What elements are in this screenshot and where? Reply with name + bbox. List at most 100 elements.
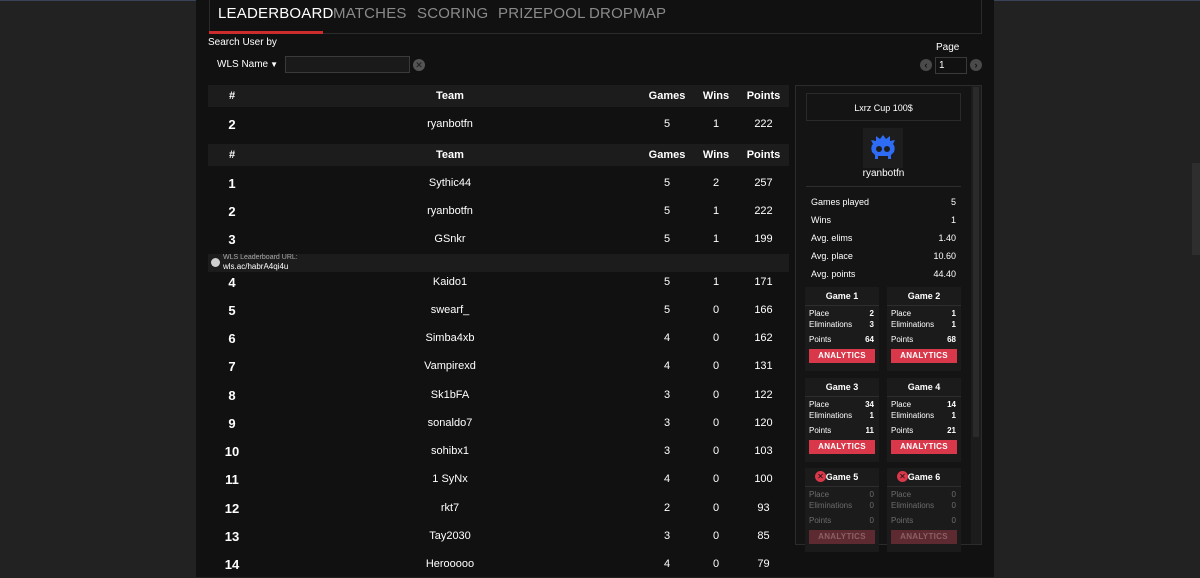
- stat-value: 10.60: [933, 251, 956, 261]
- stat-avg-elims: Avg. elims 1.40: [811, 233, 956, 243]
- points-label: Points: [891, 516, 914, 525]
- page-scrollbar[interactable]: [1192, 163, 1200, 255]
- banner-label: WLS Leaderboard URL:: [223, 254, 298, 261]
- points-label: Points: [809, 516, 832, 525]
- row-points: 222: [754, 205, 773, 217]
- analytics-button[interactable]: ANALYTICS: [891, 440, 957, 454]
- place-value: 0: [951, 490, 956, 499]
- row-wins: 1: [712, 233, 720, 245]
- row-team: GSnkr: [434, 233, 466, 245]
- points-label: Points: [809, 426, 832, 435]
- row-points: 103: [754, 445, 773, 457]
- analytics-button[interactable]: ANALYTICS: [891, 349, 957, 363]
- stat-avg-place: Avg. place 10.60: [811, 251, 956, 261]
- row-team: rkt7: [440, 502, 460, 514]
- points-value: 64: [865, 335, 874, 344]
- stat-avg-points: Avg. points 44.40: [811, 269, 956, 279]
- tab-prizepool[interactable]: PRIZEPOOL: [498, 5, 586, 22]
- table-row[interactable]: 12 rkt7 2 0 93: [208, 494, 789, 522]
- game-card: Game 4 Place 14 Eliminations 1 Points 21 ANALYT…: [887, 378, 961, 462]
- row-rank: 10: [224, 443, 240, 459]
- next-page-icon[interactable]: ›: [970, 59, 982, 71]
- place-label: Place: [891, 309, 912, 318]
- table-row-current-user[interactable]: 2 ryanbotfn 5 1 222: [208, 110, 789, 138]
- game-title: Game 6: [887, 468, 961, 487]
- table-row[interactable]: 1 Sythic44 5 2 257: [208, 169, 789, 197]
- row-points: 222: [754, 118, 773, 130]
- analytics-button[interactable]: ANALYTICS: [809, 530, 875, 544]
- row-rank: 2: [228, 203, 236, 219]
- row-wins: 1: [712, 205, 720, 217]
- points-label: Points: [891, 426, 914, 435]
- row-wins: 0: [712, 558, 720, 570]
- row-wins: 0: [712, 473, 720, 485]
- row-rank: 7: [228, 358, 236, 374]
- elims-value: 3: [869, 320, 874, 329]
- stat-value: 44.40: [933, 269, 956, 279]
- stat-label: Wins: [811, 215, 831, 225]
- table-row[interactable]: 13 Tay2030 3 0 85: [208, 522, 789, 550]
- search-filter-value: WLS Name: [217, 59, 269, 70]
- row-points: 171: [754, 276, 773, 288]
- stat-label: Avg. elims: [811, 233, 853, 243]
- table-row[interactable]: 4 Kaido1 5 1 171: [208, 268, 789, 296]
- tab-leaderboard[interactable]: LEADERBOARD: [218, 5, 334, 22]
- search-input[interactable]: [285, 56, 410, 73]
- search-filter-select[interactable]: WLS Name ▼: [208, 56, 281, 73]
- stat-value: 1: [950, 215, 956, 225]
- row-team: sohibx1: [431, 445, 469, 457]
- row-points: 166: [754, 304, 773, 316]
- row-rank: 11: [225, 471, 239, 487]
- row-games: 3: [663, 530, 671, 542]
- table-row[interactable]: 2 ryanbotfn 5 1 222: [208, 197, 789, 225]
- row-rank: 13: [224, 528, 240, 544]
- table-row[interactable]: 10 sohibx1 3 0 103: [208, 437, 789, 465]
- col-points-header: Points: [746, 90, 781, 102]
- points-value: 0: [951, 516, 956, 525]
- place-value: 0: [869, 490, 874, 499]
- table-row[interactable]: 5 swearf_ 5 0 166: [208, 296, 789, 324]
- tab-dropmap[interactable]: DROPMAP: [589, 5, 666, 22]
- table-row[interactable]: 7 Vampirexd 4 0 131: [208, 352, 789, 380]
- tab-matches[interactable]: MATCHES: [333, 5, 407, 22]
- prev-page-icon[interactable]: ‹: [920, 59, 932, 71]
- table-row[interactable]: 8 Sk1bFA 3 0 122: [208, 381, 789, 409]
- page-number-input[interactable]: 1: [935, 57, 967, 74]
- stat-games-played: Games played 5: [811, 197, 956, 207]
- row-wins: 1: [712, 118, 720, 130]
- row-games: 5: [663, 276, 671, 288]
- table-row[interactable]: 3 GSnkr 5 1 199: [208, 225, 789, 253]
- skull-icon: [871, 135, 895, 159]
- banner-url[interactable]: wls.ac/habrA4qi4u: [223, 262, 288, 271]
- row-rank: 5: [228, 302, 236, 318]
- elims-value: 1: [951, 320, 956, 329]
- tab-scoring[interactable]: SCORING: [417, 5, 488, 22]
- place-label: Place: [809, 309, 830, 318]
- row-team: swearf_: [430, 304, 470, 316]
- analytics-button[interactable]: ANALYTICS: [891, 530, 957, 544]
- elims-value: 1: [951, 411, 956, 420]
- table-row[interactable]: 14 Herooooo 4 0 79: [208, 550, 789, 578]
- table-row[interactable]: 11 1 SyNx 4 0 100: [208, 465, 789, 493]
- table-row[interactable]: 6 Simba4xb 4 0 162: [208, 324, 789, 352]
- row-rank: 2: [228, 116, 236, 132]
- panel-scroll-thumb[interactable]: [973, 87, 979, 437]
- analytics-button[interactable]: ANALYTICS: [809, 440, 875, 454]
- place-value: 34: [865, 400, 874, 409]
- points-value: 21: [947, 426, 956, 435]
- table-header: # Team Games Wins Points: [208, 144, 789, 166]
- points-value: 11: [865, 426, 874, 435]
- stat-label: Avg. place: [811, 251, 853, 261]
- table-row[interactable]: 9 sonaldo7 3 0 120: [208, 409, 789, 437]
- row-wins: 0: [712, 417, 720, 429]
- game-title: Game 1: [805, 287, 879, 306]
- row-team: Tay2030: [429, 530, 471, 542]
- analytics-button[interactable]: ANALYTICS: [809, 349, 875, 363]
- row-team: sonaldo7: [427, 417, 473, 429]
- row-wins: 1: [712, 276, 720, 288]
- row-points: 120: [754, 417, 773, 429]
- row-games: 5: [663, 233, 671, 245]
- leaderboard-url-banner[interactable]: WLS Leaderboard URL: wls.ac/habrA4qi4u: [208, 254, 789, 272]
- col-games-header: Games: [648, 149, 686, 161]
- clear-search-icon[interactable]: ✕: [413, 59, 425, 71]
